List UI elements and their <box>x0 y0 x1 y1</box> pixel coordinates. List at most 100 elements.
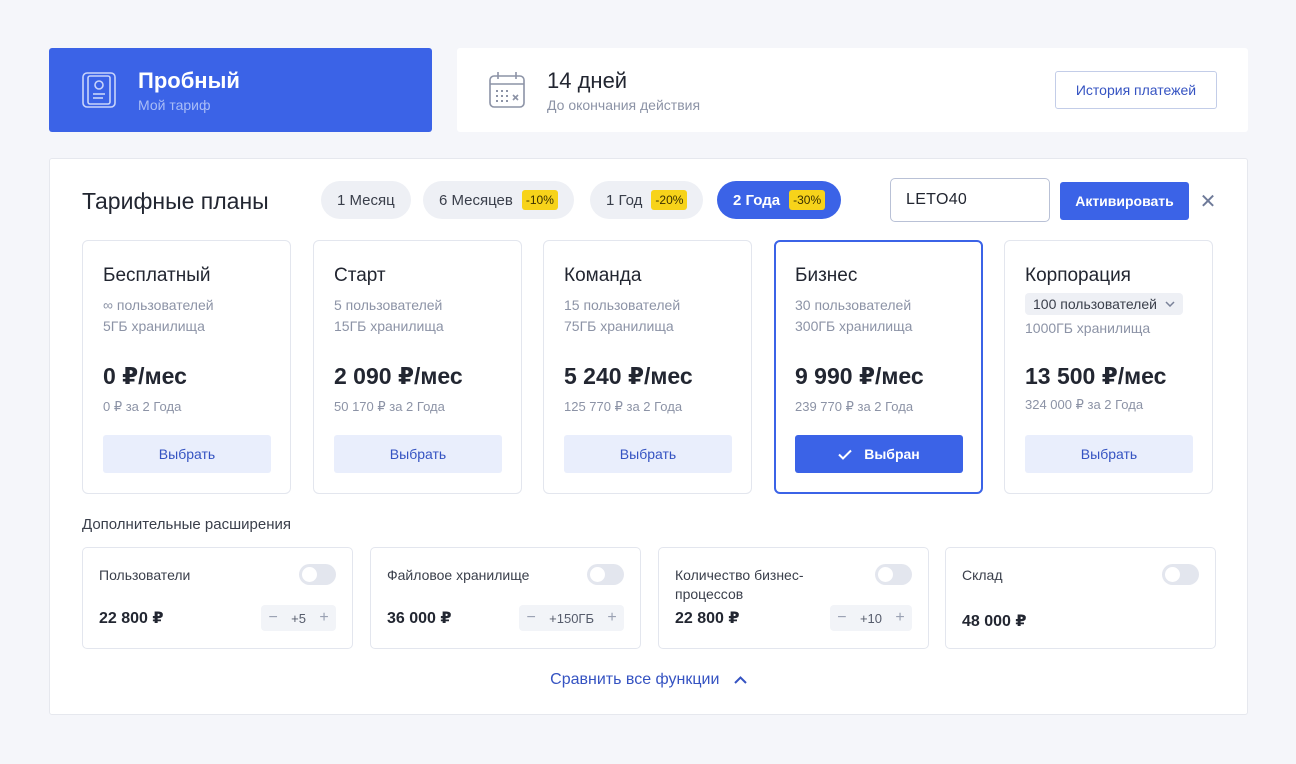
period-tab-6-months[interactable]: 6 Месяцев -10% <box>423 181 574 219</box>
payment-history-button[interactable]: История платежей <box>1055 71 1217 109</box>
tariff-price: 2 090 ₽/мес <box>334 363 463 389</box>
stepper-plus-button[interactable]: + <box>312 609 336 627</box>
stepper-minus-button[interactable]: − <box>830 609 854 627</box>
period-label: 1 Месяц <box>337 191 395 209</box>
tariff-card-team: Команда 15 пользователей 75ГБ хранилища … <box>543 240 752 494</box>
selected-tariff-label: Выбран <box>864 446 920 462</box>
trial-days-count: 14 дней <box>547 67 628 93</box>
tariff-limits: 5 пользователей 15ГБ хранилища <box>334 295 501 337</box>
tariff-name: Команда <box>564 265 642 286</box>
extension-card-users: Пользователи 22 800 ₽ − +5 + <box>82 547 353 649</box>
extension-name: Склад <box>962 567 1003 583</box>
period-tab-1-year[interactable]: 1 Год -20% <box>590 181 704 219</box>
extension-card-warehouse: Склад 48 000 ₽ <box>945 547 1216 649</box>
tariff-price: 5 240 ₽/мес <box>564 363 693 389</box>
tariff-storage: 1000ГБ хранилища <box>1025 320 1151 336</box>
tariff-users: ∞ пользователей <box>103 297 214 313</box>
stepper-plus-button[interactable]: + <box>888 609 912 627</box>
check-icon <box>838 449 852 460</box>
extension-stepper: − +150ГБ + <box>519 605 624 631</box>
tariff-storage: 300ГБ хранилища <box>795 318 913 334</box>
stepper-value: +10 <box>859 610 882 626</box>
current-plan-title: Пробный <box>138 67 240 93</box>
extensions-title: Дополнительные расширения <box>82 516 291 533</box>
tariff-users: 15 пользователей <box>564 297 681 313</box>
calendar-icon <box>489 72 525 108</box>
stepper-plus-button[interactable]: + <box>600 609 624 627</box>
tariff-name: Корпорация <box>1025 265 1131 286</box>
extension-price: 22 800 ₽ <box>675 610 740 627</box>
extension-price: 36 000 ₽ <box>387 610 452 627</box>
period-label: 6 Месяцев <box>439 191 513 209</box>
chevron-up-icon <box>734 675 747 684</box>
tariff-name: Бизнес <box>795 265 858 286</box>
stepper-value: +150ГБ <box>549 610 594 626</box>
choose-tariff-button[interactable]: Выбрать <box>1025 435 1193 473</box>
extension-price: 22 800 ₽ <box>99 610 164 627</box>
choose-tariff-button[interactable]: Выбрать <box>564 435 732 473</box>
tariff-total: 239 770 ₽ за 2 Года <box>795 399 914 414</box>
extension-toggle[interactable] <box>299 564 336 585</box>
period-label: 2 Года <box>733 191 781 209</box>
extension-toggle[interactable] <box>587 564 624 585</box>
tariff-total: 125 770 ₽ за 2 Года <box>564 399 683 414</box>
promo-code-input[interactable] <box>890 178 1050 222</box>
extension-stepper: − +5 + <box>261 605 336 631</box>
period-tab-1-month[interactable]: 1 Месяц <box>321 181 411 219</box>
tariff-total: 50 170 ₽ за 2 Года <box>334 399 445 414</box>
close-icon[interactable]: ✕ <box>1198 187 1218 215</box>
tariff-limits: 30 пользователей 300ГБ хранилища <box>795 295 962 337</box>
tariff-price: 0 ₽/мес <box>103 363 187 389</box>
current-plan-subtitle: Мой тариф <box>138 96 211 113</box>
tariff-storage: 15ГБ хранилища <box>334 318 444 334</box>
tariff-name: Старт <box>334 265 386 286</box>
tariff-limits: ∞ пользователей 5ГБ хранилища <box>103 295 270 337</box>
current-plan-card: Пробный Мой тариф <box>49 48 432 132</box>
extension-price: 48 000 ₽ <box>962 613 1027 630</box>
stepper-value: +5 <box>291 610 306 626</box>
compare-features-link[interactable]: Сравнить все функции <box>50 671 1247 689</box>
extension-toggle[interactable] <box>1162 564 1199 585</box>
period-tab-2-years[interactable]: 2 Года -30% <box>717 181 842 219</box>
trial-days-card: 14 дней До окончания действия История пл… <box>457 48 1248 132</box>
stepper-minus-button[interactable]: − <box>261 609 285 627</box>
tariff-card-start: Старт 5 пользователей 15ГБ хранилища 2 0… <box>313 240 522 494</box>
tariff-users: 30 пользователей <box>795 297 912 313</box>
tariff-limits: 15 пользователей 75ГБ хранилища <box>564 295 731 337</box>
pricing-title: Тарифные планы <box>82 188 269 214</box>
compare-features-label: Сравнить все функции <box>550 671 720 688</box>
tariff-name: Бесплатный <box>103 265 211 286</box>
extension-card-file-storage: Файловое хранилище 36 000 ₽ − +150ГБ + <box>370 547 641 649</box>
period-label: 1 Год <box>606 191 643 209</box>
tariff-total: 324 000 ₽ за 2 Года <box>1025 397 1144 412</box>
extension-toggle[interactable] <box>875 564 912 585</box>
tariff-storage: 5ГБ хранилища <box>103 318 205 334</box>
tariff-price: 9 990 ₽/мес <box>795 363 924 389</box>
extension-name: Пользователи <box>99 567 191 583</box>
tariff-price: 13 500 ₽/мес <box>1025 363 1167 389</box>
tariff-total: 0 ₽ за 2 Года <box>103 399 182 414</box>
tariff-storage: 75ГБ хранилища <box>564 318 674 334</box>
tariff-users: 5 пользователей <box>334 297 443 313</box>
stepper-minus-button[interactable]: − <box>519 609 543 627</box>
activate-promo-button[interactable]: Активировать <box>1060 182 1189 220</box>
choose-tariff-button[interactable]: Выбрать <box>334 435 502 473</box>
users-count-value: 100 пользователей <box>1033 296 1157 312</box>
tariff-card-business: Бизнес 30 пользователей 300ГБ хранилища … <box>774 240 983 494</box>
chevron-down-icon <box>1165 301 1175 307</box>
choose-tariff-button[interactable]: Выбрать <box>103 435 271 473</box>
extension-card-business-processes: Количество бизнес-процессов 22 800 ₽ − +… <box>658 547 929 649</box>
tariff-card-corporation: Корпорация 100 пользователей 1000ГБ хран… <box>1004 240 1213 494</box>
extension-name: Файловое хранилище <box>387 567 530 583</box>
discount-badge: -30% <box>789 190 826 210</box>
discount-badge: -20% <box>651 190 688 210</box>
tariff-card-free: Бесплатный ∞ пользователей 5ГБ хранилища… <box>82 240 291 494</box>
selected-tariff-button[interactable]: Выбран <box>795 435 963 473</box>
discount-badge: -10% <box>521 190 558 210</box>
users-count-select[interactable]: 100 пользователей <box>1025 293 1183 315</box>
extension-name: Количество бизнес-процессов <box>675 567 804 602</box>
extension-stepper: − +10 + <box>829 605 912 631</box>
trial-days-subtitle: До окончания действия <box>547 96 701 113</box>
id-card-icon <box>82 72 116 108</box>
pricing-panel: Тарифные планы 1 Месяц 6 Месяцев -10% 1 … <box>49 158 1248 715</box>
